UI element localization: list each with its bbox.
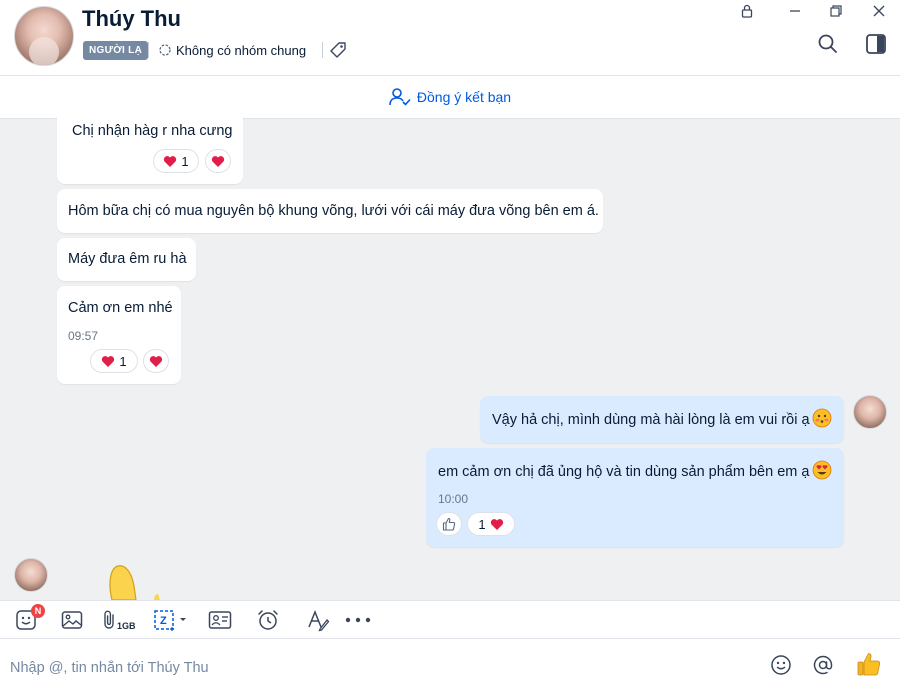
attachment-icon [104, 610, 114, 629]
heart-icon [211, 155, 225, 167]
heart-icon [164, 155, 177, 167]
thumbs-up-outline-icon [442, 517, 456, 531]
reaction-count-value: 1 [478, 516, 486, 532]
reminder-icon [258, 610, 278, 630]
reaction-count[interactable]: 1 [153, 149, 199, 173]
message-bubble[interactable]: Hôm bữa chị có mua nguyên bộ khung võng,… [57, 189, 603, 233]
contact-avatar[interactable] [14, 6, 74, 66]
heart-icon [102, 355, 115, 367]
sticker-button[interactable]: N [13, 604, 45, 632]
header-divider [322, 42, 323, 58]
common-groups-link[interactable]: Không có nhóm chung [158, 41, 306, 59]
quick-like-button[interactable] [855, 650, 883, 678]
message-bubble[interactable]: Cảm ơn em nhé 09:57 1 [57, 286, 181, 384]
emoji-icon [771, 655, 791, 675]
reaction-count[interactable]: 1 [90, 349, 138, 373]
thumbs-up-icon [857, 653, 881, 676]
search-icon[interactable] [816, 32, 840, 56]
contact-name[interactable]: Thúy Thu [82, 6, 181, 32]
more-icon [345, 617, 371, 623]
image-button[interactable] [59, 608, 85, 632]
chat-header: Thúy Thu NGƯỜI LẠ Không có nhóm chung [0, 0, 900, 76]
message-text: Hôm bữa chị có mua nguyên bộ khung võng,… [68, 203, 599, 219]
my-avatar[interactable] [853, 395, 887, 429]
reaction-count-value: 1 [119, 353, 127, 369]
message-bubble[interactable]: Vậy hả chị, mình dùng mà hài lòng là em … [480, 396, 844, 443]
message-text: Cảm ơn em nhé [68, 300, 173, 316]
message-text: em cảm ơn chị đã ủng hộ và tin dùng sản … [438, 464, 810, 480]
svg-text:Z: Z [160, 615, 167, 627]
contact-card-icon [208, 611, 232, 629]
sticker-image[interactable] [104, 564, 160, 600]
contact-card-button[interactable] [207, 608, 233, 632]
reminder-button[interactable] [255, 608, 281, 632]
contact-avatar-small[interactable] [14, 558, 48, 592]
reaction-count-value: 1 [181, 153, 189, 169]
stranger-badge: NGƯỜI LẠ [83, 41, 149, 60]
blushing-face-icon [812, 408, 832, 428]
message-input[interactable] [10, 656, 750, 680]
close-icon[interactable] [868, 2, 890, 20]
heart-eyes-face-icon [812, 460, 832, 480]
add-friend-icon [389, 88, 411, 106]
image-icon [61, 611, 83, 629]
screenshot-button[interactable]: Z [152, 608, 190, 632]
mention-button[interactable] [811, 653, 835, 677]
heart-icon [490, 518, 503, 530]
accept-friend-label: Đồng ý kết bạn [416, 89, 512, 105]
message-bubble[interactable]: Máy đưa êm ru hà [57, 238, 196, 281]
minimize-icon[interactable] [784, 2, 806, 20]
common-groups-label: Không có nhóm chung [176, 42, 307, 58]
like-button[interactable] [436, 512, 462, 536]
message-time: 10:00 [438, 492, 469, 506]
message-bubble[interactable]: em cảm ơn chị đã ủng hộ và tin dùng sản … [426, 448, 844, 547]
more-options-button[interactable] [345, 608, 371, 632]
message-bubble[interactable]: Chị nhận hàg r nha cưng 1 [57, 106, 243, 184]
groups-icon [159, 44, 171, 56]
heart-icon [149, 355, 163, 367]
reaction-count[interactable]: 1 [467, 512, 515, 536]
emoji-button[interactable] [769, 653, 793, 677]
at-sign-icon [813, 655, 833, 675]
attachment-button[interactable]: 1GB [103, 608, 139, 632]
react-button[interactable] [205, 149, 231, 173]
message-text: Chị nhận hàg r nha cưng [72, 123, 233, 139]
lock-icon[interactable] [736, 2, 758, 20]
restore-icon[interactable] [825, 2, 847, 20]
message-text: Vậy hả chị, mình dùng mà hài lòng là em … [492, 412, 810, 428]
sidebar-toggle-icon[interactable] [864, 32, 888, 56]
header-divider [148, 42, 149, 58]
composer-toolbar: N 1GB Z [0, 600, 900, 639]
new-badge: N [31, 604, 45, 618]
screenshot-icon: Z [154, 610, 186, 631]
format-text-icon [308, 609, 330, 632]
format-text-button[interactable] [305, 608, 331, 632]
file-size-limit: 1GB [117, 621, 136, 631]
composer [0, 639, 900, 694]
message-text: Máy đưa êm ru hà [68, 251, 187, 267]
tag-icon[interactable] [328, 40, 348, 60]
react-button[interactable] [143, 349, 169, 373]
message-time: 09:57 [68, 329, 99, 343]
